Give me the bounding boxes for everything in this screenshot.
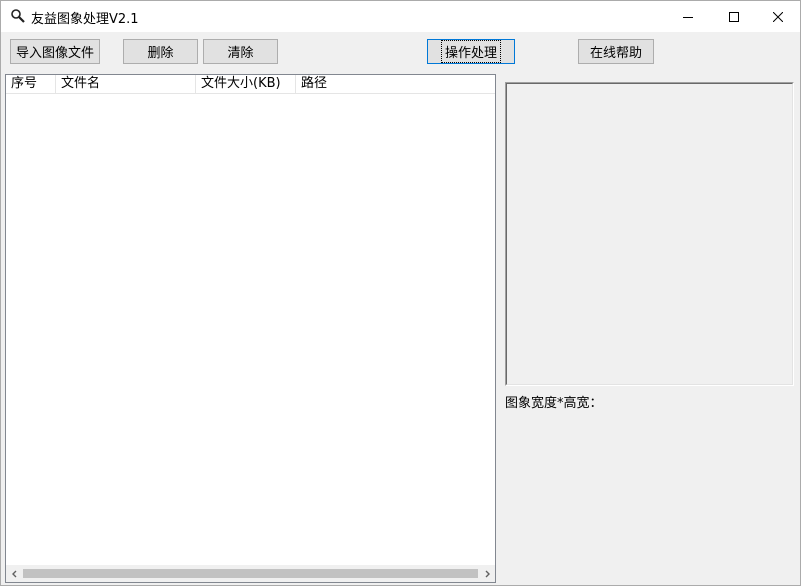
scroll-thumb[interactable]	[23, 569, 478, 578]
maximize-button[interactable]	[711, 1, 757, 32]
column-header-index[interactable]: 序号	[6, 75, 56, 93]
column-header-filename[interactable]: 文件名	[56, 75, 196, 93]
minimize-button[interactable]	[665, 1, 711, 32]
process-button[interactable]: 操作处理	[427, 39, 515, 64]
close-icon	[773, 11, 783, 22]
delete-button[interactable]: 删除	[123, 39, 198, 64]
pane-splitter[interactable]	[496, 74, 499, 583]
online-help-button[interactable]: 在线帮助	[578, 39, 654, 64]
maximize-icon	[729, 11, 739, 22]
file-list[interactable]: 序号 文件名 文件大小(KB) 路径	[5, 74, 496, 583]
app-window: 友益图象处理V2.1 导入图像文件 删除 清除 操作处理 在线帮助 序号 文件名	[0, 0, 801, 586]
image-dimensions-label: 图象宽度*高宽：	[505, 396, 603, 411]
title-bar[interactable]: 友益图象处理V2.1	[1, 1, 800, 32]
column-header-path[interactable]: 路径	[296, 75, 495, 93]
minimize-icon	[683, 12, 693, 22]
window-title: 友益图象处理V2.1	[31, 12, 139, 27]
scroll-right-icon[interactable]	[478, 565, 495, 582]
magnifier-icon	[10, 8, 26, 24]
process-button-label: 操作处理	[440, 40, 501, 63]
column-header-filesize[interactable]: 文件大小(KB)	[196, 75, 296, 93]
file-list-header: 序号 文件名 文件大小(KB) 路径	[6, 75, 495, 94]
clear-button[interactable]: 清除	[203, 39, 278, 64]
close-button[interactable]	[755, 1, 801, 32]
image-preview-panel	[505, 82, 794, 386]
import-image-button[interactable]: 导入图像文件	[10, 39, 100, 64]
horizontal-scrollbar[interactable]	[6, 565, 495, 582]
scroll-left-icon[interactable]	[6, 565, 23, 582]
image-preview-area	[506, 83, 793, 385]
